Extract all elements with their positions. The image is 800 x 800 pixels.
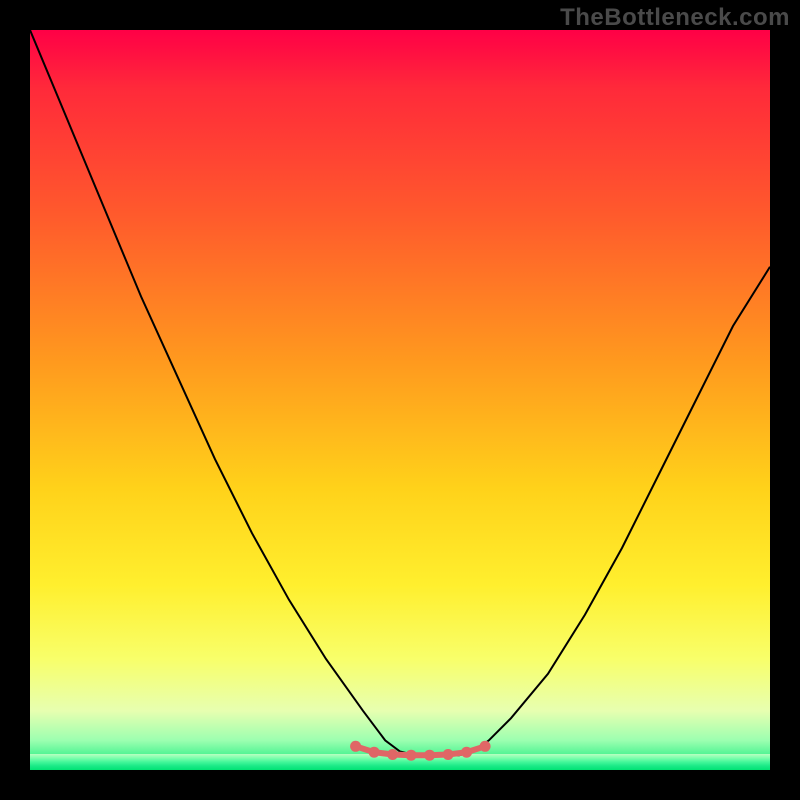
- minimum-dot: [424, 750, 435, 761]
- watermark-text: TheBottleneck.com: [560, 4, 790, 32]
- minimum-dot: [461, 747, 472, 758]
- minimum-dot: [387, 749, 398, 760]
- chart-frame: TheBottleneck.com: [0, 0, 800, 800]
- minimum-dot: [480, 741, 491, 752]
- minimum-dot: [350, 741, 361, 752]
- plot-area: [30, 30, 770, 770]
- minimum-dot: [406, 750, 417, 761]
- curve-overlay: [30, 30, 770, 770]
- minimum-dot: [369, 747, 380, 758]
- minimum-markers: [350, 741, 491, 761]
- minimum-dot: [443, 749, 454, 760]
- cost-curve: [30, 30, 770, 755]
